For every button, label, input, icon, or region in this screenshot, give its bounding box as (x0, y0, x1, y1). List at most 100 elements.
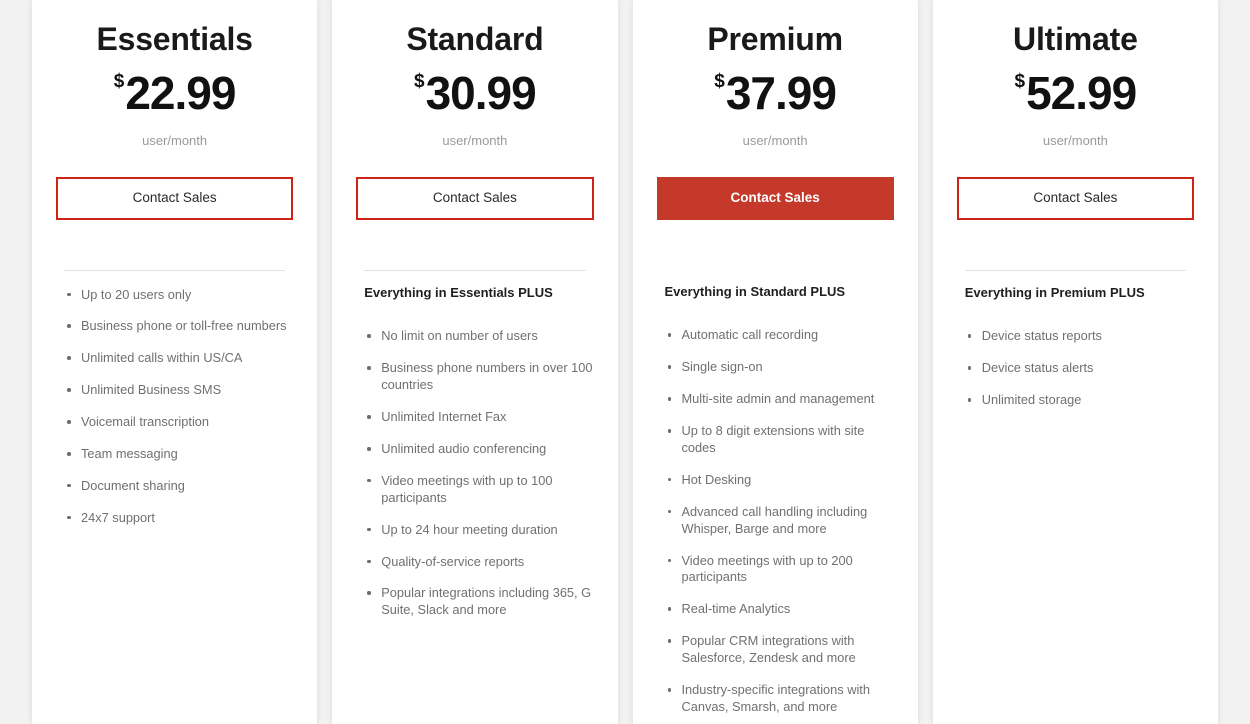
section-divider (64, 269, 286, 271)
contact-sales-button[interactable]: Contact Sales (956, 177, 1194, 220)
feature-label: Unlimited Internet Fax (381, 409, 507, 425)
feature-label: Device status alerts (981, 360, 1094, 376)
bullet-icon (667, 397, 671, 401)
bullet-icon (67, 515, 71, 520)
feature-item: Unlimited storage (965, 392, 1194, 409)
feature-item: Up to 8 digit extensions with site codes (665, 423, 894, 457)
feature-label: Multi-site admin and management (681, 391, 875, 407)
feature-item: Unlimited audio conferencing (364, 441, 593, 458)
feature-item: Video meetings with up to 200 participan… (665, 553, 894, 587)
feature-label: Quality-of-service reports (381, 553, 525, 569)
plan-card-ultimate: Ultimate $52.99 user/month Contact Sales Eve… (932, 0, 1218, 724)
bullet-icon (67, 356, 71, 360)
feature-label: Real-time Analytics (681, 601, 791, 617)
feature-label: Unlimited audio conferencing (381, 441, 547, 457)
feature-item: Video meetings with up to 100 participan… (364, 473, 593, 507)
feature-item: Popular CRM integrations with Salesforce… (665, 633, 894, 667)
plan-price: $52.99 (957, 70, 1194, 116)
bullet-icon (67, 388, 71, 392)
feature-label: Industry-specific integrations with Canv… (681, 682, 870, 714)
plan-name: Standard (406, 21, 544, 57)
bullet-icon (67, 483, 71, 488)
feature-item: Multi-site admin and management (665, 391, 894, 408)
bullet-icon (667, 333, 671, 337)
feature-item: Unlimited calls within US/CA (64, 350, 293, 367)
bullet-icon (667, 365, 671, 369)
contact-sales-button[interactable]: Contact Sales (656, 177, 894, 220)
contact-sales-button[interactable]: Contact Sales (356, 177, 594, 220)
currency-symbol: $ (714, 71, 725, 93)
price-amount: 52.99 (1026, 67, 1137, 120)
feature-item: Device status reports (965, 328, 1194, 345)
bullet-icon (667, 509, 671, 514)
features-heading: Everything in Premium PLUS (964, 284, 1145, 300)
feature-item: Up to 24 hour meeting duration (364, 522, 593, 539)
contact-sales-button[interactable]: Contact Sales (56, 177, 294, 220)
feature-label: Unlimited Business SMS (81, 382, 222, 398)
feature-label: Video meetings with up to 200 participan… (681, 552, 853, 585)
feature-label: Advanced call handling including Whisper… (681, 503, 868, 536)
feature-label: Popular CRM integrations with Salesforce… (681, 633, 856, 666)
feature-label: Business phone numbers in over 100 count… (381, 360, 593, 393)
feature-item: Hot Desking (665, 472, 894, 489)
feature-label: Popular integrations including 365, G Su… (381, 585, 592, 618)
feature-label: Unlimited storage (981, 392, 1082, 408)
bullet-icon (67, 420, 71, 424)
feature-item: 24x7 support (64, 510, 293, 527)
bullet-icon (367, 478, 371, 483)
feature-item: Document sharing (64, 478, 293, 495)
feature-item: Unlimited Business SMS (64, 382, 293, 399)
plan-name: Essentials (96, 21, 253, 57)
feature-label: Single sign-on (681, 359, 763, 375)
price-period-label: user/month (442, 133, 508, 149)
bullet-icon (667, 688, 671, 692)
price-amount: 37.99 (725, 67, 837, 120)
feature-item: Business phone numbers in over 100 count… (364, 360, 593, 394)
bullet-icon (67, 292, 71, 297)
plan-name: Ultimate (1013, 21, 1138, 57)
bullet-icon (667, 477, 671, 482)
plan-price: $37.99 (657, 70, 894, 116)
feature-label: Team messaging (81, 446, 178, 462)
bullet-icon (667, 639, 671, 643)
feature-item: Industry-specific integrations with Canv… (665, 682, 894, 716)
plan-price: $22.99 (56, 70, 293, 116)
feature-item: Real-time Analytics (665, 601, 894, 618)
bullet-icon (667, 558, 671, 563)
feature-label: No limit on number of users (381, 328, 538, 344)
feature-item: Business phone or toll-free numbers (64, 318, 293, 335)
feature-item: Quality-of-service reports (364, 554, 593, 571)
feature-label: Up to 20 users only (81, 286, 192, 302)
feature-item: Advanced call handling including Whisper… (665, 504, 894, 538)
plan-card-premium: Premium $37.99 user/month Contact Sales Ever… (632, 0, 918, 724)
bullet-icon (367, 447, 371, 451)
feature-label: Voicemail transcription (81, 414, 210, 430)
bullet-icon (667, 607, 671, 611)
bullet-icon (967, 334, 972, 338)
price-period-label: user/month (142, 133, 208, 149)
feature-label: Up to 24 hour meeting duration (381, 521, 558, 537)
feature-label: 24x7 support (81, 509, 155, 525)
feature-label: Video meetings with up to 100 participan… (381, 472, 553, 505)
bullet-icon (667, 429, 671, 433)
features-list: Automatic call recording Single sign-on Mu… (657, 313, 894, 724)
pricing-plans-grid: Essentials $22.99 user/month Contact Sales U… (0, 0, 1250, 724)
currency-symbol: $ (1014, 71, 1026, 93)
feature-item: Device status alerts (965, 360, 1194, 377)
bullet-icon (967, 398, 972, 402)
plan-name: Premium (707, 21, 843, 57)
bullet-icon (967, 366, 972, 370)
feature-item: No limit on number of users (364, 328, 593, 345)
bullet-icon (367, 334, 371, 338)
bullet-icon (67, 452, 71, 456)
feature-item: Popular integrations including 365, G Su… (364, 585, 593, 619)
features-list: Up to 20 users only Business phone or tol… (56, 273, 293, 527)
currency-symbol: $ (113, 71, 125, 93)
feature-item: Automatic call recording (665, 327, 894, 344)
feature-item: Voicemail transcription (64, 414, 293, 431)
plan-card-essentials: Essentials $22.99 user/month Contact Sales U… (32, 0, 318, 724)
feature-label: Business phone or toll-free numbers (81, 318, 287, 334)
features-list: No limit on number of users Business phon… (356, 314, 593, 619)
price-period-label: user/month (1042, 133, 1108, 149)
feature-label: Automatic call recording (681, 327, 819, 343)
